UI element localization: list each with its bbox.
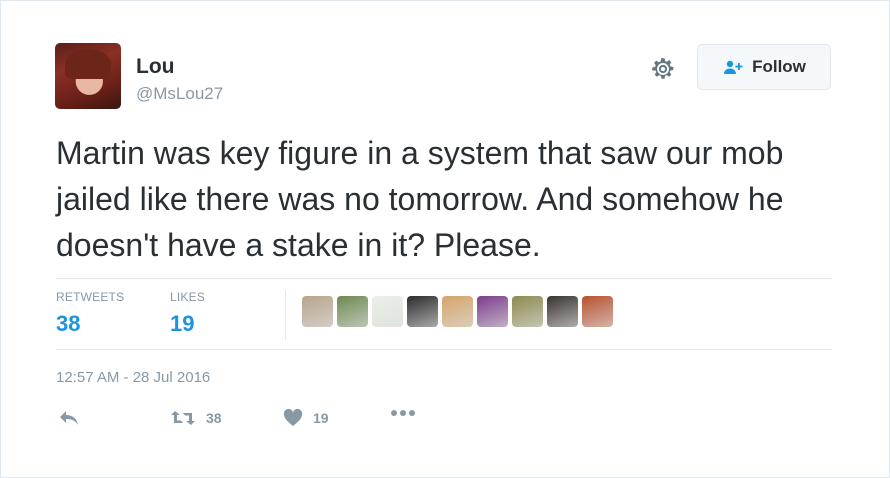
retweets-count: 38 <box>56 311 81 336</box>
divider <box>56 278 832 279</box>
retweet-count: 38 <box>206 410 222 426</box>
reply-icon <box>60 411 78 425</box>
retweet-button[interactable]: 38 <box>170 409 222 427</box>
liker-avatar[interactable] <box>407 296 438 327</box>
liker-avatar[interactable] <box>547 296 578 327</box>
like-count: 19 <box>313 410 329 426</box>
retweets-label: RETWEETS <box>56 290 125 304</box>
heart-icon <box>283 409 303 426</box>
liker-avatar[interactable] <box>477 296 508 327</box>
author-handle[interactable]: @MsLou27 <box>136 84 223 104</box>
timestamp[interactable]: 12:57 AM - 28 Jul 2016 <box>56 369 210 386</box>
reply-button[interactable] <box>58 409 80 427</box>
follow-label: Follow <box>752 57 806 76</box>
follow-button[interactable]: Follow <box>697 44 831 90</box>
liker-avatar[interactable] <box>442 296 473 327</box>
liker-avatar[interactable] <box>372 296 403 327</box>
gear-icon[interactable] <box>650 56 676 82</box>
liker-avatar[interactable] <box>582 296 613 327</box>
likes-count: 19 <box>170 311 195 336</box>
like-button[interactable]: 19 <box>283 409 329 427</box>
author-name[interactable]: Lou <box>136 55 174 79</box>
likes-label: LIKES <box>170 290 206 304</box>
retweets-stat[interactable]: RETWEETS 38 <box>56 290 124 337</box>
avatar[interactable] <box>55 43 121 109</box>
liker-avatars <box>302 296 613 327</box>
divider <box>56 349 832 350</box>
more-button[interactable] <box>390 409 416 417</box>
tweet-text: Martin was key figure in a system that s… <box>56 135 784 263</box>
more-icon <box>391 410 415 416</box>
liker-avatar[interactable] <box>302 296 333 327</box>
avatar-hair <box>65 49 111 79</box>
stat-separator <box>285 290 286 340</box>
retweet-icon <box>171 411 195 425</box>
likes-stat[interactable]: LIKES 19 <box>170 290 205 337</box>
liker-avatar[interactable] <box>512 296 543 327</box>
liker-avatar[interactable] <box>337 296 368 327</box>
add-user-icon <box>724 60 743 74</box>
